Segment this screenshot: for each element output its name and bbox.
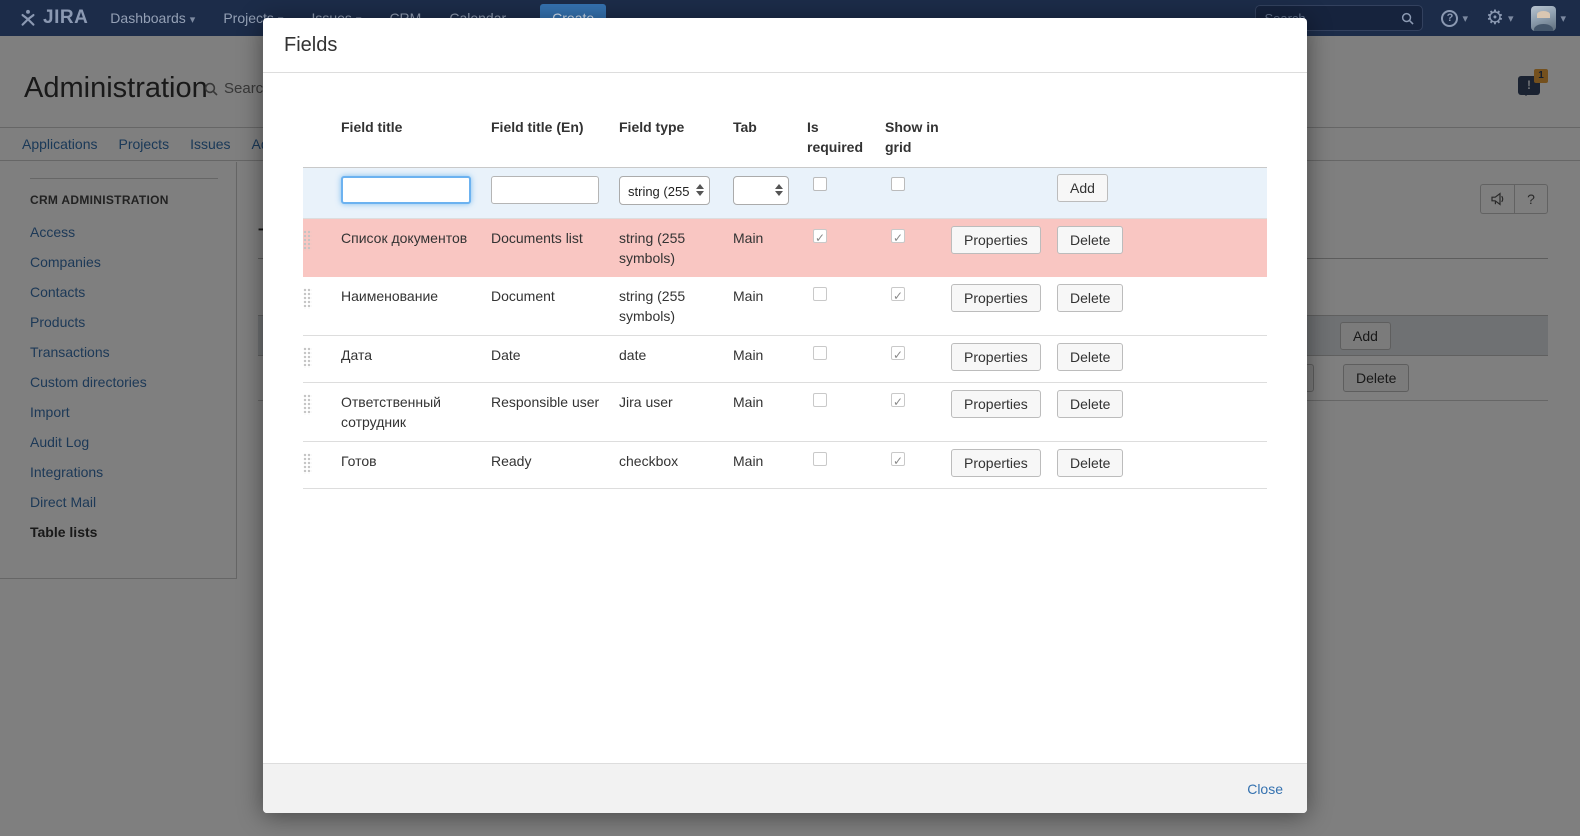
cell-field-title-en: Date [491, 336, 619, 383]
modal-footer: Close [263, 763, 1307, 813]
modal-body: Field title Field title (En) Field type … [263, 73, 1307, 489]
add-field-button[interactable]: Add [1057, 174, 1108, 202]
settings-menu[interactable]: ⚙▾ [1486, 8, 1513, 28]
delete-button[interactable]: Delete [1057, 390, 1123, 418]
nav-item-dashboards[interactable]: Dashboards▾ [110, 10, 195, 26]
fields-modal: Fields Field title Field title (En) Fiel… [263, 18, 1307, 813]
properties-button[interactable]: Properties [951, 343, 1041, 371]
modal-title: Fields [263, 18, 1307, 73]
select-spinner-icon [696, 184, 704, 196]
col-field-title-en: Field title (En) [491, 115, 619, 168]
jira-logo-text: JIRA [43, 7, 88, 29]
properties-button[interactable]: Properties [951, 284, 1041, 312]
new-field-title-en-input[interactable] [491, 176, 599, 204]
cell-field-type: Jira user [619, 383, 733, 442]
delete-button[interactable]: Delete [1057, 284, 1123, 312]
drag-handle-icon[interactable] [303, 453, 312, 474]
is-required-checkbox[interactable] [813, 229, 827, 243]
table-row: Готов Ready checkbox Main Properties Del… [303, 442, 1267, 489]
delete-button[interactable]: Delete [1057, 343, 1123, 371]
cell-field-title-en: Responsible user [491, 383, 619, 442]
table-row: Список документов Documents list string … [303, 219, 1267, 278]
chevron-down-icon: ▾ [1508, 12, 1514, 25]
cell-field-title-en: Document [491, 277, 619, 336]
new-field-required-checkbox[interactable] [813, 177, 827, 191]
add-field-row: string (255 Add [303, 168, 1267, 219]
col-field-type: Field type [619, 115, 733, 168]
cell-field-type: string (255 symbols) [619, 219, 733, 278]
cell-tab: Main [733, 336, 807, 383]
show-in-grid-checkbox[interactable] [891, 393, 905, 407]
is-required-checkbox[interactable] [813, 287, 827, 301]
col-field-title: Field title [341, 115, 491, 168]
new-field-title-input[interactable] [341, 176, 471, 204]
show-in-grid-checkbox[interactable] [891, 452, 905, 466]
jira-logo-icon [18, 8, 38, 28]
drag-handle-icon[interactable] [303, 288, 312, 309]
cell-field-type: date [619, 336, 733, 383]
properties-button[interactable]: Properties [951, 390, 1041, 418]
close-button[interactable]: Close [1247, 764, 1283, 814]
properties-button[interactable]: Properties [951, 449, 1041, 477]
delete-button[interactable]: Delete [1057, 226, 1123, 254]
new-field-tab-select[interactable] [733, 176, 789, 205]
show-in-grid-checkbox[interactable] [891, 229, 905, 243]
properties-button[interactable]: Properties [951, 226, 1041, 254]
cell-field-title: Готов [341, 442, 491, 489]
cell-field-title: Список документов [341, 219, 491, 278]
col-tab: Tab [733, 115, 807, 168]
new-field-type-select[interactable]: string (255 [619, 176, 710, 205]
cell-field-type: checkbox [619, 442, 733, 489]
delete-button[interactable]: Delete [1057, 449, 1123, 477]
table-row: Ответственный сотрудник Responsible user… [303, 383, 1267, 442]
chevron-down-icon: ▾ [1462, 12, 1468, 25]
table-row: Наименование Document string (255 symbol… [303, 277, 1267, 336]
table-header-row: Field title Field title (En) Field type … [303, 115, 1267, 168]
cell-field-title: Дата [341, 336, 491, 383]
cell-tab: Main [733, 442, 807, 489]
col-is-required: Is required [807, 115, 885, 168]
drag-handle-icon[interactable] [303, 347, 312, 368]
user-menu[interactable]: ▾ [1531, 6, 1566, 31]
col-show-in-grid: Show in grid [885, 115, 951, 168]
is-required-checkbox[interactable] [813, 393, 827, 407]
cell-field-title: Наименование [341, 277, 491, 336]
cell-tab: Main [733, 219, 807, 278]
jira-logo[interactable]: JIRA [18, 7, 88, 29]
show-in-grid-checkbox[interactable] [891, 287, 905, 301]
cell-field-title: Ответственный сотрудник [341, 383, 491, 442]
drag-handle-icon[interactable] [303, 230, 312, 251]
help-icon: ? [1441, 10, 1458, 27]
chevron-down-icon: ▾ [190, 14, 196, 26]
new-field-grid-checkbox[interactable] [891, 177, 905, 191]
cell-field-title-en: Ready [491, 442, 619, 489]
fields-table: Field title Field title (En) Field type … [303, 115, 1267, 489]
is-required-checkbox[interactable] [813, 452, 827, 466]
drag-handle-icon[interactable] [303, 394, 312, 415]
cell-tab: Main [733, 277, 807, 336]
select-spinner-icon [775, 184, 783, 196]
user-avatar [1531, 6, 1556, 31]
cell-field-type: string (255 symbols) [619, 277, 733, 336]
chevron-down-icon: ▾ [1560, 12, 1566, 25]
cell-tab: Main [733, 383, 807, 442]
table-row: Дата Date date Main Properties Delete [303, 336, 1267, 383]
cell-field-title-en: Documents list [491, 219, 619, 278]
is-required-checkbox[interactable] [813, 346, 827, 360]
show-in-grid-checkbox[interactable] [891, 346, 905, 360]
gear-icon: ⚙ [1486, 8, 1504, 28]
search-icon [1401, 12, 1414, 25]
help-menu[interactable]: ?▾ [1441, 10, 1468, 27]
